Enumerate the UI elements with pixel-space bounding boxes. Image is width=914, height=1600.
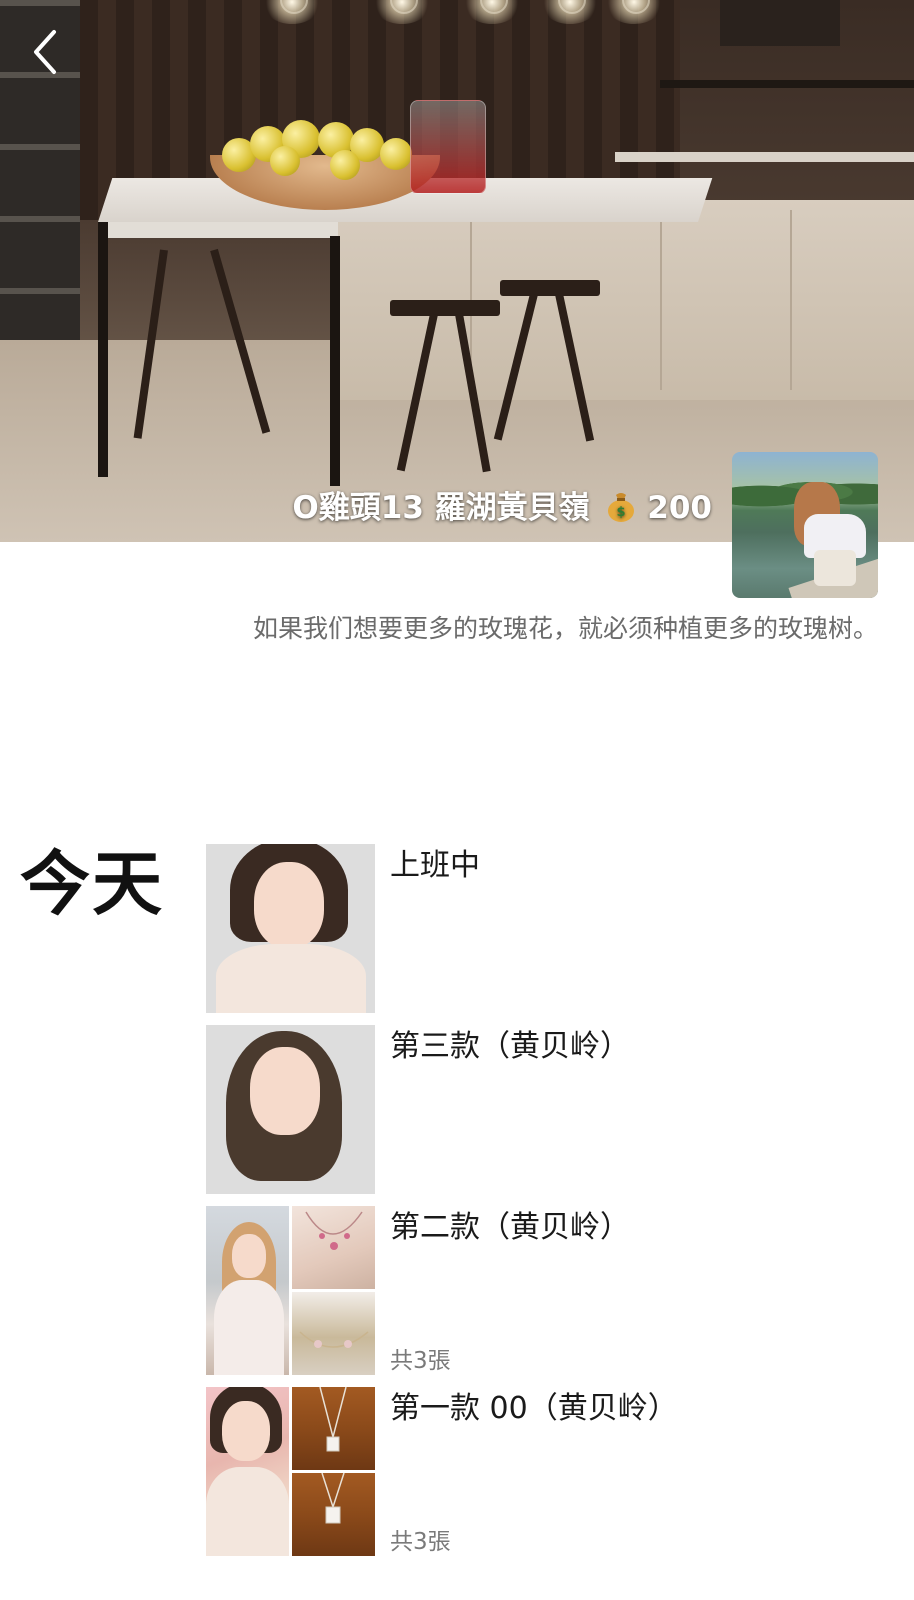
chevron-left-icon — [34, 30, 56, 74]
cover-shelf — [660, 80, 914, 88]
post-photo[interactable] — [206, 1206, 289, 1375]
owner-name: O雞頭13 羅湖黃貝嶺 — [292, 490, 590, 526]
post-photo[interactable] — [292, 1387, 375, 1470]
pendant-graphic — [319, 1387, 347, 1452]
cover-stool — [390, 300, 500, 316]
cover-lemon — [380, 138, 412, 170]
back-button[interactable] — [24, 24, 68, 80]
photo-garment — [206, 1467, 289, 1556]
post-photo-count: 共3張 — [390, 1348, 451, 1374]
moment-post[interactable]: 上班中 — [206, 844, 896, 1014]
day-label-today: 今天 — [20, 843, 164, 925]
pendant-graphic — [321, 1473, 345, 1524]
cover-cabinet-seam — [660, 210, 662, 390]
avatar-legs — [814, 550, 856, 586]
cover-lemon — [270, 146, 300, 176]
necklace-graphic — [305, 1211, 363, 1250]
money-bag-icon: $ — [606, 489, 636, 523]
photo-face — [232, 1234, 266, 1278]
post-photo[interactable] — [292, 1206, 375, 1289]
svg-text:$: $ — [617, 505, 626, 520]
cover-cabinet-seam — [790, 210, 792, 390]
moment-post[interactable]: 第三款（黄贝岭） — [206, 1025, 896, 1195]
post-photo[interactable] — [206, 1387, 289, 1556]
cover-lemon — [330, 150, 360, 180]
post-photo-grid[interactable] — [206, 1387, 375, 1556]
money-amount: 200 — [647, 490, 712, 526]
photo-face — [222, 1401, 270, 1461]
post-caption: 上班中 — [390, 848, 480, 883]
post-photo[interactable] — [206, 1025, 375, 1194]
jewelry-graphic — [299, 1331, 369, 1348]
cover-stool — [500, 280, 600, 296]
photo-garment — [216, 944, 366, 1013]
post-caption: 第三款（黄贝岭） — [390, 1029, 630, 1064]
cover-table-leg — [330, 236, 340, 486]
profile-signature: 如果我们想要更多的玫瑰花，就必须种植更多的玫瑰树。 — [252, 614, 878, 643]
moment-post[interactable]: 第二款（黄贝岭） 共3張 — [206, 1206, 896, 1376]
cover-glass-jar — [410, 100, 486, 194]
avatar[interactable] — [732, 452, 878, 598]
photo-garment — [214, 1280, 284, 1375]
owner-name-line: O雞頭13 羅湖黃貝嶺 $ 200 — [200, 486, 712, 530]
moment-post[interactable]: 第一款 00（黄贝岭） 共3張 — [206, 1387, 896, 1557]
post-photo-count: 共3張 — [390, 1529, 451, 1555]
post-photo[interactable] — [292, 1292, 375, 1375]
photo-face — [254, 862, 324, 948]
post-photo[interactable] — [206, 844, 375, 1013]
cover-table-leg — [98, 222, 108, 477]
photo-face — [250, 1047, 320, 1135]
post-caption: 第二款（黄贝岭） — [390, 1210, 630, 1245]
post-photo[interactable] — [292, 1473, 375, 1556]
cover-range-hood — [720, 0, 840, 46]
post-photo-grid[interactable] — [206, 1206, 375, 1375]
cover-table-edge — [98, 222, 338, 238]
cover-back-counter — [615, 152, 914, 162]
post-caption: 第一款 00（黄贝岭） — [390, 1391, 678, 1426]
